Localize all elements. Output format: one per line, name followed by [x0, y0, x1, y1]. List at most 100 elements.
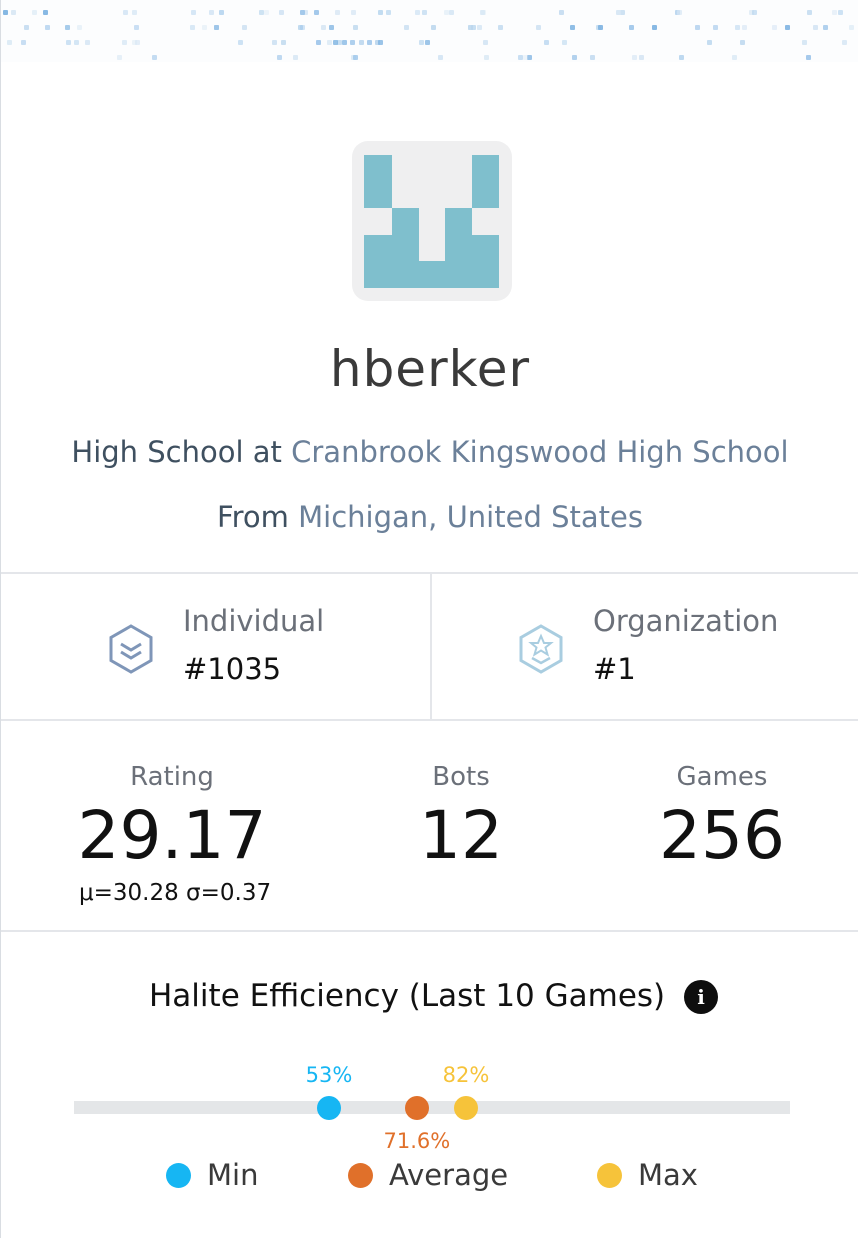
pattern-dot — [732, 55, 737, 60]
pattern-dot — [536, 25, 541, 30]
pattern-dot — [316, 40, 321, 45]
pattern-dot — [639, 55, 644, 60]
pattern-dot — [7, 40, 12, 45]
pattern-dot — [735, 25, 740, 30]
pattern-dot — [832, 10, 837, 15]
games-value: 256 — [659, 797, 785, 874]
pattern-dot — [74, 40, 79, 45]
pattern-dot — [214, 25, 219, 30]
pattern-dot — [480, 10, 485, 15]
pattern-dot — [281, 40, 286, 45]
pattern-dot — [742, 25, 747, 30]
games-stat: Games 256 — [631, 762, 813, 872]
pattern-dot — [802, 40, 807, 45]
pattern-dot — [570, 25, 575, 30]
pattern-dot — [21, 40, 26, 45]
bots-value: 12 — [419, 797, 503, 874]
pattern-dot — [190, 25, 195, 30]
pattern-dot — [45, 25, 50, 30]
pattern-dot — [785, 25, 790, 30]
pattern-dot — [300, 25, 305, 30]
pattern-dot — [66, 40, 71, 45]
pattern-dot — [353, 55, 358, 60]
pattern-dot — [449, 10, 454, 15]
organization-link[interactable]: Cranbrook Kingswood High School — [291, 435, 788, 469]
legend-average-dot — [348, 1163, 373, 1188]
pattern-dot — [596, 25, 601, 30]
pattern-dot — [484, 55, 489, 60]
rating-detail: μ=30.28 σ=0.37 — [79, 880, 272, 906]
legend-min-label: Min — [207, 1158, 259, 1192]
pattern-dot — [11, 10, 16, 15]
pattern-dot — [32, 10, 37, 15]
pattern-dot — [849, 25, 854, 30]
pattern-dot — [272, 40, 277, 45]
location-link[interactable]: Michigan, United States — [298, 500, 643, 534]
pattern-dot — [740, 40, 745, 45]
pattern-dot — [572, 55, 577, 60]
pattern-dot — [277, 55, 282, 60]
pattern-dot — [378, 40, 383, 45]
pattern-dot — [132, 10, 137, 15]
rating-stat: Rating 29.17 — [72, 762, 272, 872]
pattern-dot — [632, 55, 637, 60]
pattern-dot — [359, 40, 364, 45]
profile-card: hberker High School at Cranbrook Kingswo… — [0, 0, 858, 1238]
pattern-dot — [842, 40, 847, 45]
pattern-dot — [327, 40, 332, 45]
pattern-dot — [386, 10, 391, 15]
max-marker — [454, 1096, 478, 1120]
individual-rank-label: Individual — [183, 604, 325, 638]
average-marker — [404, 1096, 429, 1120]
pattern-dot — [134, 25, 139, 30]
bots-stat: Bots 12 — [381, 762, 541, 872]
pattern-dot — [353, 25, 358, 30]
pattern-dot — [562, 40, 567, 45]
pattern-dot — [43, 10, 48, 15]
pattern-dot — [438, 55, 443, 60]
pattern-dot — [523, 55, 528, 60]
info-icon[interactable]: i — [684, 980, 718, 1014]
individual-rank-value: #1035 — [183, 652, 282, 686]
pattern-dot — [544, 40, 549, 45]
pattern-dot — [3, 10, 8, 15]
identicon-image — [364, 155, 499, 288]
pattern-dot — [122, 40, 127, 45]
pattern-dot — [279, 10, 284, 15]
pattern-dot — [264, 10, 269, 15]
pattern-dot — [431, 25, 436, 30]
pattern-dot — [679, 55, 684, 60]
pattern-dot — [444, 10, 449, 15]
individual-rank-icon — [109, 624, 153, 674]
average-value-label: 71.6% — [383, 1129, 451, 1153]
pattern-dot — [202, 25, 207, 30]
pattern-dot — [219, 10, 224, 15]
legend-max-label: Max — [638, 1158, 698, 1192]
pattern-dot — [351, 10, 356, 15]
pattern-dot — [329, 25, 334, 30]
pattern-dot — [350, 40, 355, 45]
pattern-dot — [629, 25, 634, 30]
pattern-dot — [468, 25, 473, 30]
pattern-dot — [415, 10, 420, 15]
rating-value: 29.17 — [77, 797, 267, 874]
pattern-dot — [321, 25, 326, 30]
pattern-dot — [24, 25, 29, 30]
pattern-dot — [117, 55, 122, 60]
pattern-dot — [367, 40, 372, 45]
pattern-dot — [65, 25, 70, 30]
pattern-dot — [425, 40, 430, 45]
pattern-dot — [337, 40, 342, 45]
pattern-dot — [152, 55, 157, 60]
legend-max-dot — [597, 1163, 622, 1188]
pattern-dot — [422, 10, 427, 15]
games-label: Games — [676, 762, 768, 792]
legend-min-dot — [166, 1163, 191, 1188]
username: hberker — [329, 340, 531, 398]
pattern-dot — [419, 40, 424, 45]
avatar — [352, 141, 512, 301]
pattern-dot — [498, 25, 503, 30]
header-pattern — [1, 0, 858, 62]
pattern-dot — [749, 10, 754, 15]
pattern-dot — [378, 10, 383, 15]
